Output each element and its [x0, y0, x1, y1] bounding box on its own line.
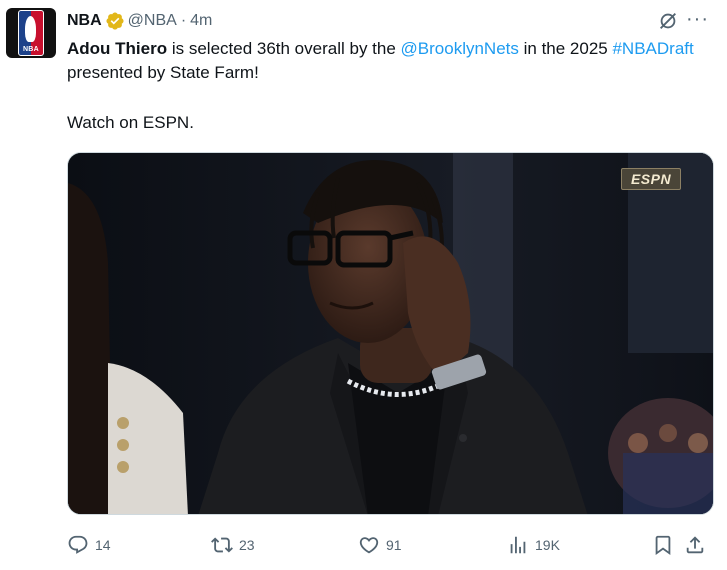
repost-count: 23 — [239, 537, 255, 553]
verified-badge-icon — [106, 12, 124, 30]
like-icon — [359, 537, 379, 554]
more-icon[interactable]: ··· — [686, 8, 709, 30]
bookmark-icon — [655, 535, 671, 556]
espn-badge: ESPN — [621, 168, 681, 190]
reply-icon — [68, 535, 88, 554]
tweet-header: NBA @NBA · 4m — [67, 10, 212, 32]
timestamp[interactable]: 4m — [190, 12, 212, 30]
view-count: 19K — [535, 537, 560, 553]
text-segment: presented by State Farm! — [67, 63, 259, 82]
reply-count: 14 — [95, 537, 111, 553]
text-segment: in the 2025 — [518, 39, 613, 58]
separator: · — [180, 12, 187, 29]
author-handle[interactable]: @NBA — [128, 12, 177, 30]
share-icon — [686, 536, 704, 554]
nba-logo: NBA — [18, 10, 44, 56]
watch-line: Watch on ESPN. — [67, 113, 194, 132]
share-button[interactable] — [684, 532, 712, 558]
tweet-text: Adou Thiero is selected 36th overall by … — [67, 37, 717, 135]
repost-icon — [211, 537, 233, 553]
mention-link[interactable]: @BrooklynNets — [401, 39, 519, 58]
video-media[interactable]: ESPN — [67, 152, 714, 515]
like-button[interactable]: 91 — [358, 532, 402, 558]
hashtag-link[interactable]: #NBADraft — [612, 39, 693, 58]
grok-icon[interactable] — [657, 10, 679, 32]
repost-button[interactable]: 23 — [211, 532, 255, 558]
author-name[interactable]: NBA — [67, 12, 102, 30]
action-bar: 14 23 91 19K — [67, 532, 717, 558]
like-count: 91 — [386, 537, 402, 553]
views-button[interactable]: 19K — [507, 532, 560, 558]
views-icon — [510, 536, 526, 554]
player-name: Adou Thiero — [67, 39, 168, 58]
reply-button[interactable]: 14 — [67, 532, 111, 558]
bookmark-button[interactable] — [652, 532, 680, 558]
text-segment: is selected 36th overall by the — [167, 39, 401, 58]
avatar[interactable]: NBA — [6, 8, 56, 58]
video-frame-illustration — [68, 153, 713, 514]
